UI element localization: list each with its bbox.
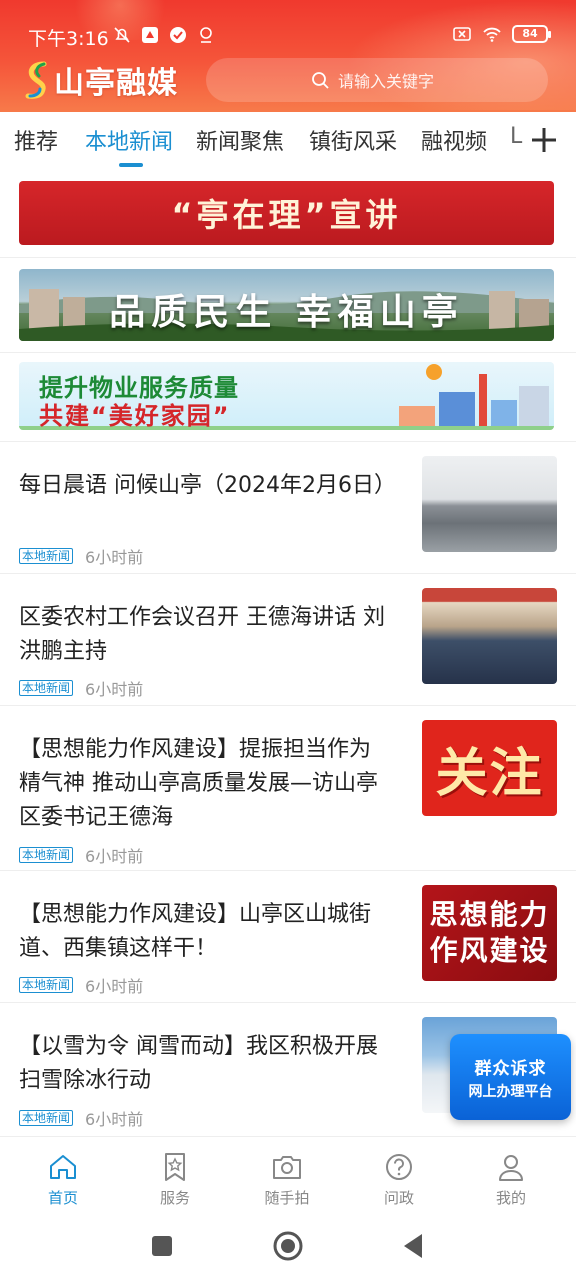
news-item[interactable]: 【思想能力作风建设】提振担当作为 精气神 推动山亭高质量发展—访山亭区委书记王德… [0, 705, 576, 870]
tab-local-news[interactable]: 本地新闻 [85, 124, 173, 156]
banner-property-line2: 共建“美好家园” [39, 402, 231, 430]
news-meta: 本地新闻 6小时前 [19, 973, 143, 997]
no-sim-icon [453, 27, 471, 41]
active-tab-indicator [119, 163, 143, 167]
badge-line1: 群众诉求 [474, 1058, 547, 1079]
tab-town-features[interactable]: 镇街风采 [309, 124, 397, 156]
nav-service[interactable]: 服务 [135, 1151, 215, 1208]
news-meta: 本地新闻 6小时前 [19, 1106, 143, 1130]
news-title: 区委农村工作会议召开 王德海讲话 刘洪鹏主持 [19, 605, 385, 664]
nav-home[interactable]: 首页 [23, 1151, 103, 1208]
publish-time: 6小时前 [85, 548, 144, 567]
public-appeal-badge[interactable]: 群众诉求 网上办理平台 [450, 1034, 571, 1120]
app-header: 下午3:16 84 山亭融媒 请输入关键字 [0, 0, 576, 112]
app-logo: 山亭融媒 [22, 58, 178, 102]
banner-lecture[interactable]: “亭在理”宣讲 [19, 181, 554, 245]
news-thumbnail: 关注 [422, 720, 557, 816]
news-title: 【思想能力作风建设】山亭区山城街道、西集镇这样干！ [19, 902, 372, 961]
publish-time: 6小时前 [85, 847, 144, 866]
thumbnail-text-line1: 思想能力 [429, 898, 550, 931]
question-icon [386, 1154, 412, 1180]
tab-news-focus[interactable]: 新闻聚焦 [196, 124, 284, 156]
user-icon [499, 1155, 523, 1181]
news-meta: 本地新闻 6小时前 [19, 843, 143, 867]
divider [0, 352, 576, 353]
recent-apps-icon[interactable] [150, 1234, 174, 1258]
nav-label: 服务 [159, 1189, 190, 1207]
banner-property-service[interactable]: 提升物业服务质量 共建“美好家园” [19, 362, 554, 430]
category-tag: 本地新闻 [19, 548, 74, 564]
status-notification-icons [112, 25, 216, 45]
banner-livelihood[interactable]: 品质民生 幸福山亭 [19, 269, 554, 341]
nav-inquiry[interactable]: 问政 [359, 1151, 439, 1208]
home-button-icon[interactable] [272, 1230, 304, 1262]
news-meta: 本地新闻 6小时前 [19, 544, 143, 568]
publish-time: 6小时前 [85, 1110, 144, 1129]
app-name: 山亭融媒 [54, 66, 178, 101]
news-thumbnail [422, 456, 557, 552]
category-tabs: 推荐 本地新闻 新闻聚焦 镇街风采 融视频 L [0, 112, 576, 170]
camera-icon [273, 1156, 301, 1179]
nav-label: 我的 [495, 1189, 526, 1207]
news-item[interactable]: 每日晨语 问候山亭（2024年2月6日） 本地新闻 6小时前 [0, 441, 576, 573]
publish-time: 6小时前 [85, 977, 144, 996]
nav-label: 首页 [47, 1189, 78, 1207]
category-tag: 本地新闻 [19, 977, 74, 993]
back-icon[interactable] [400, 1232, 426, 1260]
bottom-navigation: 首页 服务 随手拍 问政 我的 [0, 1136, 576, 1214]
mute-bell-icon [114, 27, 130, 43]
divider [0, 257, 576, 258]
news-item[interactable]: 区委农村工作会议召开 王德海讲话 刘洪鹏主持 本地新闻 6小时前 [0, 573, 576, 705]
status-system-icons: 84 [452, 24, 551, 44]
tab-video[interactable]: 融视频 [421, 124, 487, 156]
publish-time: 6小时前 [85, 680, 144, 699]
news-meta: 本地新闻 6小时前 [19, 676, 143, 700]
tab-overflow[interactable]: L [510, 124, 522, 149]
tab-recommend[interactable]: 推荐 [14, 124, 58, 156]
nav-profile[interactable]: 我的 [471, 1151, 551, 1208]
thumbnail-text-line2: 作风建设 [429, 934, 550, 967]
news-thumbnail [422, 588, 557, 684]
news-title: 【以雪为令 闻雪而动】我区积极开展扫雪除冰行动 [19, 1034, 378, 1093]
bookmark-star-icon [165, 1153, 185, 1181]
news-title: 【思想能力作风建设】提振担当作为 精气神 推动山亭高质量发展—访山亭区委书记王德… [19, 737, 378, 830]
banner-lecture-text: “亭在理”宣讲 [171, 196, 402, 234]
app-notification-icon [142, 27, 158, 43]
news-thumbnail: 思想能力 作风建设 [422, 885, 557, 981]
news-item[interactable]: 【思想能力作风建设】山亭区山城街道、西集镇这样干！ 本地新闻 6小时前 思想能力… [0, 870, 576, 1002]
category-tag: 本地新闻 [19, 1110, 74, 1126]
search-icon [312, 72, 329, 89]
status-time: 下午3:16 [28, 28, 109, 50]
logo-mark-icon [25, 61, 47, 99]
thumbnail-text: 关注 [435, 743, 544, 804]
badge-line2: 网上办理平台 [468, 1083, 553, 1100]
home-icon [50, 1155, 76, 1179]
news-title: 每日晨语 问候山亭（2024年2月6日） [19, 473, 396, 498]
check-circle-icon [170, 27, 186, 43]
add-tab-icon[interactable] [524, 120, 564, 160]
status-bar: 下午3:16 84 [0, 22, 576, 52]
nav-label: 问政 [383, 1189, 414, 1207]
system-nav-bar [0, 1214, 576, 1280]
location-icon [200, 27, 212, 43]
nav-label: 随手拍 [264, 1189, 310, 1207]
nav-snapshot[interactable]: 随手拍 [247, 1151, 327, 1208]
battery-indicator: 84 [512, 25, 551, 43]
search-placeholder: 请输入关键字 [338, 72, 435, 91]
category-tag: 本地新闻 [19, 680, 74, 696]
search-bar[interactable]: 请输入关键字 [206, 58, 548, 102]
banner-livelihood-text: 品质民生 幸福山亭 [109, 291, 464, 333]
category-tag: 本地新闻 [19, 847, 74, 863]
wifi-icon [483, 27, 501, 42]
